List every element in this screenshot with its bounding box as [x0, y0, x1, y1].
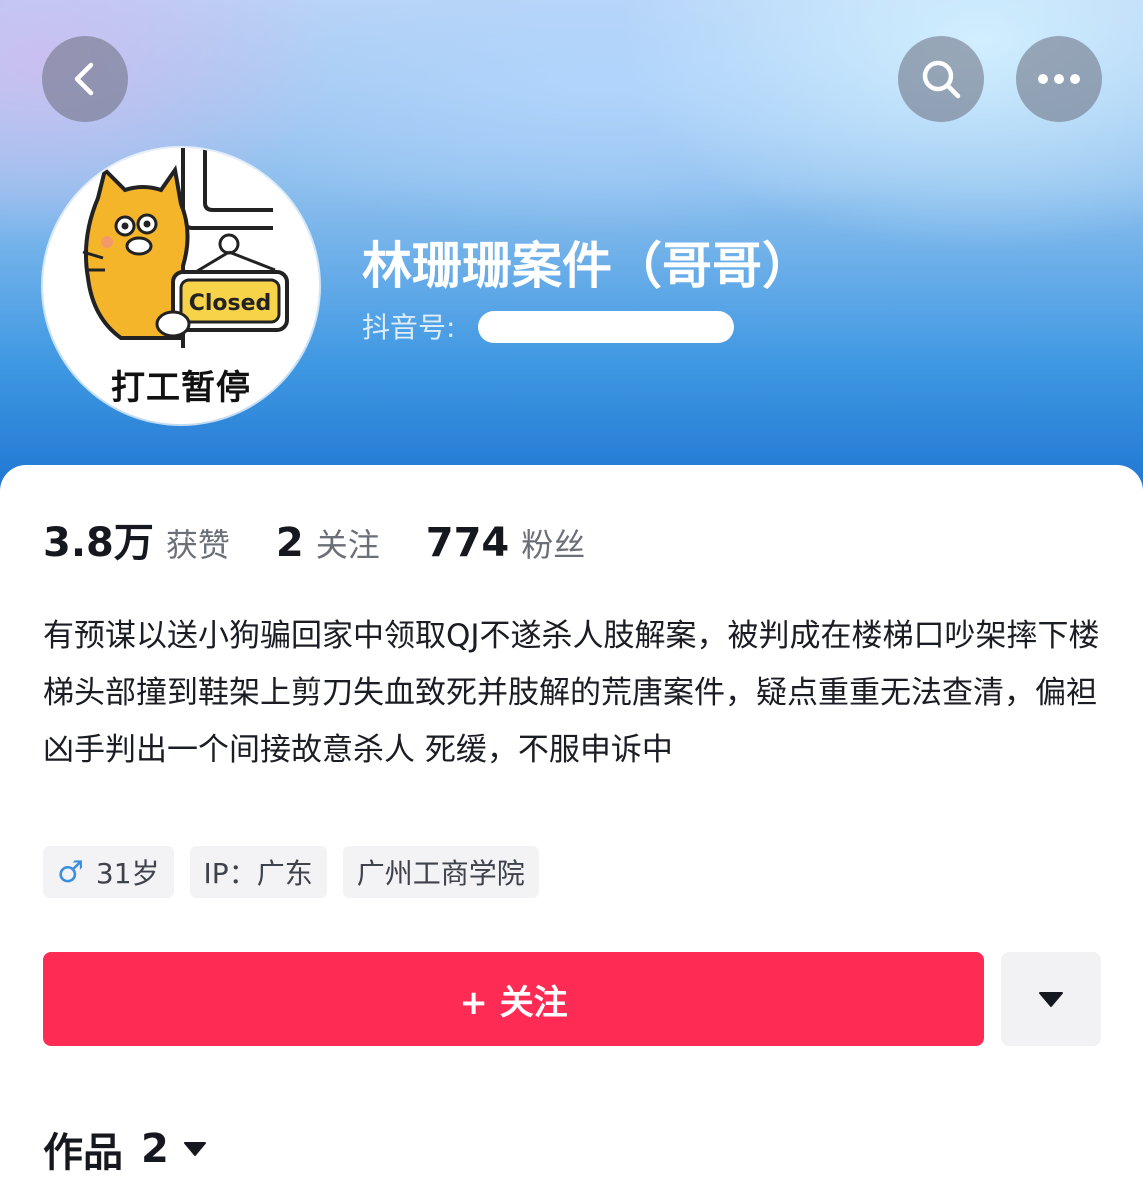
- gender-age-tag: ♂ 31岁: [43, 846, 174, 898]
- works-tab[interactable]: 作品 2: [43, 1120, 207, 1178]
- school-tag[interactable]: 广州工商学院: [342, 846, 539, 898]
- likes-label: 获赞: [165, 526, 230, 564]
- profile-name: 林珊珊案件（哥哥）: [362, 237, 812, 295]
- more-dots-icon: [1038, 74, 1080, 84]
- age-text: 31岁: [95, 857, 160, 890]
- avatar-sign-text: Closed: [189, 291, 272, 316]
- avatar-caption: 打工暂停: [111, 368, 251, 408]
- followers-count[interactable]: 774: [426, 520, 510, 566]
- ip-tag: IP：广东: [189, 846, 327, 898]
- follow-button[interactable]: + 关注: [43, 952, 984, 1046]
- profile-card: [0, 465, 1143, 1200]
- following-count[interactable]: 2: [276, 520, 304, 566]
- followers-label[interactable]: 粉丝: [521, 520, 585, 566]
- avatar[interactable]: Closed 打工暂停: [43, 148, 319, 424]
- search-icon: [922, 60, 961, 99]
- more-button[interactable]: [1016, 36, 1102, 122]
- douyin-id-label: 抖音号:: [362, 311, 456, 344]
- following-label[interactable]: 关注: [316, 520, 380, 566]
- likes-count: 3.8万: [43, 520, 154, 566]
- back-button[interactable]: [42, 36, 128, 122]
- male-icon: ♂: [57, 854, 84, 890]
- stats-row: 3.8万 获赞 2 关注 774 粉丝: [43, 510, 585, 568]
- works-count: 2: [141, 1126, 169, 1172]
- triangle-down-icon: [1039, 992, 1063, 1007]
- chevron-left-icon: [74, 62, 94, 96]
- redacted-id: [478, 311, 734, 343]
- triangle-down-icon: [183, 1142, 206, 1156]
- recommend-dropdown-button[interactable]: [1001, 952, 1101, 1046]
- search-button[interactable]: [898, 36, 984, 122]
- works-label: 作品: [43, 1130, 123, 1176]
- profile-tags: ♂ 31岁 IP：广东 广州工商学院: [43, 846, 539, 898]
- profile-bio: 有预谋以送小狗骗回家中领取QJ不遂杀人肢解案，被判成在楼梯口吵架摔下楼梯头部撞到…: [43, 618, 1100, 768]
